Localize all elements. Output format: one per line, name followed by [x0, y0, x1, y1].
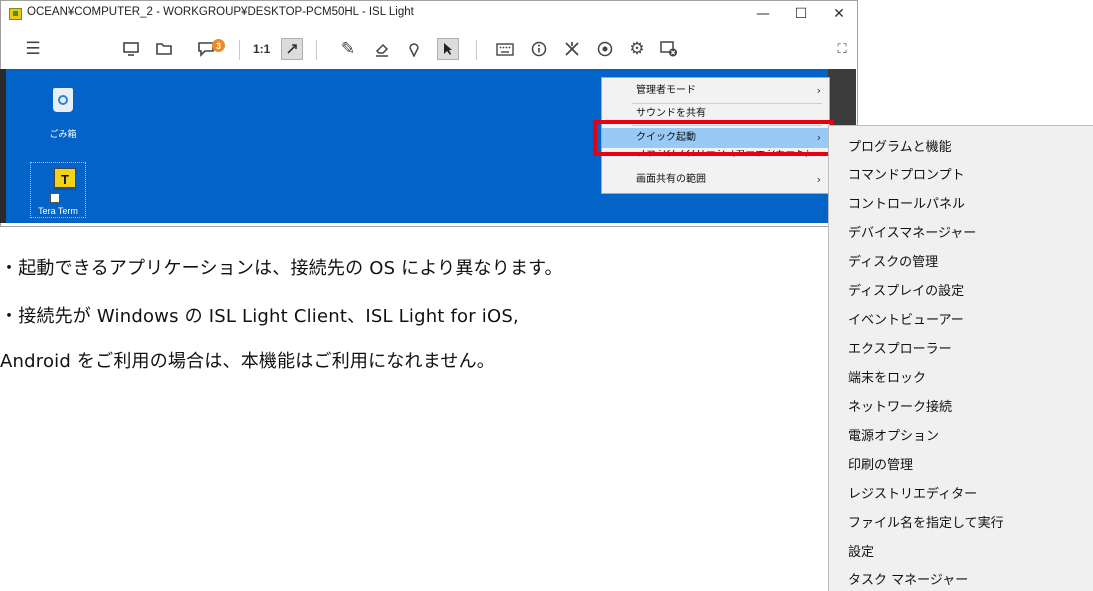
submenu-item[interactable]: コマンドプロンプト [848, 164, 965, 183]
window-title: OCEAN¥COMPUTER_2 - WORKGROUP¥DESKTOP-PCM… [27, 6, 414, 18]
tera-term-icon[interactable]: T [54, 168, 77, 190]
submenu-item[interactable]: 設定 [848, 541, 874, 560]
menu-item-label: 画面共有の範囲 [636, 174, 706, 185]
toolbar-divider [476, 40, 477, 60]
quick-launch-submenu: プログラムと機能 コマンドプロンプト コントロールパネル デバイスマネージャー … [828, 125, 1093, 591]
menu-item-share-range[interactable]: 画面共有の範囲 › [602, 170, 829, 190]
submenu-item[interactable]: レジストリエディター [848, 483, 977, 502]
shortcut-arrow-icon [50, 193, 60, 203]
submenu-item[interactable]: イベントビューアー [848, 309, 964, 328]
ratio-button[interactable]: 1:1 [253, 42, 270, 56]
menu-item-label: 管理者モード [636, 85, 696, 96]
tools-icon[interactable] [561, 38, 583, 60]
isl-light-app-icon [9, 8, 22, 20]
submenu-item[interactable]: タスク マネージャー [848, 569, 968, 588]
maximize-button[interactable]: ☐ [781, 3, 821, 25]
note-line: Android をご利用の場合は、本機能はご利用になれません。 [0, 351, 495, 372]
close-button[interactable]: ✕ [819, 3, 859, 25]
eraser-icon[interactable] [371, 38, 393, 60]
monitor-icon[interactable] [120, 38, 142, 60]
title-bar: OCEAN¥COMPUTER_2 - WORKGROUP¥DESKTOP-PCM… [1, 1, 857, 28]
menu-item-admin-mode[interactable]: 管理者モード › [602, 81, 829, 101]
submenu-item[interactable]: コントロールパネル [848, 193, 965, 212]
chat-count-badge: 3 [212, 39, 225, 52]
info-icon[interactable] [528, 38, 550, 60]
chevron-right-icon: › [816, 173, 821, 186]
submenu-item[interactable]: ディスクの管理 [848, 251, 938, 270]
minimize-button[interactable]: — [743, 3, 783, 25]
submenu-item[interactable]: ネットワーク接続 [848, 396, 952, 415]
toolbar-divider [316, 40, 317, 60]
submenu-item[interactable]: 電源オプション [848, 425, 939, 444]
gear-icon[interactable]: ⚙ [626, 38, 648, 60]
disconnect-screen-icon[interactable] [658, 38, 680, 60]
record-icon[interactable] [594, 38, 616, 60]
tera-term-label: Tera Term [38, 206, 78, 216]
submenu-item[interactable]: ディスプレイの設定 [848, 280, 964, 299]
recycle-bin-label: ごみ箱 [49, 129, 77, 139]
folder-icon[interactable] [153, 38, 175, 60]
keyboard-icon[interactable] [494, 38, 516, 60]
recycle-bin-icon[interactable] [53, 88, 73, 112]
submenu-item[interactable]: プログラムと機能 [848, 136, 952, 155]
fit-to-window-icon[interactable] [281, 38, 303, 60]
submenu-item[interactable]: ファイル名を指定して実行 [848, 512, 1004, 531]
pin-icon[interactable] [403, 38, 425, 60]
chevron-right-icon: › [816, 84, 821, 97]
submenu-item[interactable]: 印刷の管理 [848, 454, 913, 473]
submenu-item[interactable]: 端末をロック [848, 367, 926, 386]
submenu-item[interactable]: デバイスマネージャー [848, 222, 976, 241]
fullscreen-icon[interactable]: ⛶ [831, 38, 853, 60]
toolbar-divider [239, 40, 240, 60]
pencil-icon[interactable]: ✎ [337, 38, 359, 60]
highlight-annotation [593, 120, 834, 156]
submenu-item[interactable]: エクスプローラー [848, 338, 952, 357]
note-line: ・接続先が Windows の ISL Light Client、ISL Lig… [0, 306, 519, 327]
note-line: ・起動できるアプリケーションは、接続先の OS により異なります。 [0, 258, 563, 279]
pointer-icon[interactable] [437, 38, 459, 60]
session-toolbar: ☰ 1:1 ✎ ⚙ ⛶ [1, 28, 857, 70]
menu-icon[interactable]: ☰ [22, 38, 44, 60]
